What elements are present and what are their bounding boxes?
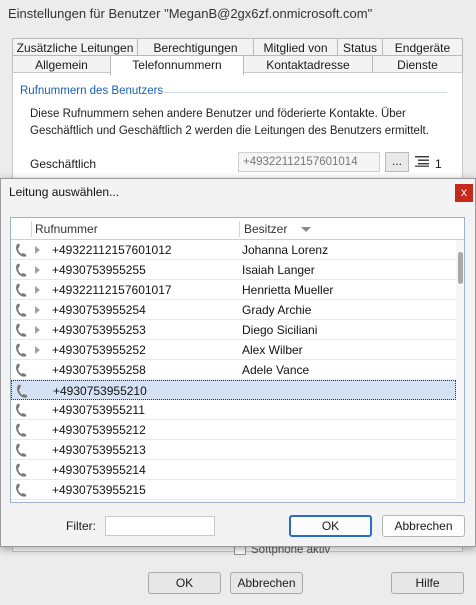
section-description: Diese Rufnummern sehen andere Benutzer u… xyxy=(30,108,429,137)
cell-number: +4930753955252 xyxy=(52,343,146,357)
cell-number: +4930753955211 xyxy=(52,403,145,417)
phone-icon xyxy=(15,483,27,497)
cell-owner: Adele Vance xyxy=(242,363,310,377)
section-title: Rufnummern des Benutzers xyxy=(20,85,164,97)
lines-icon[interactable] xyxy=(415,155,429,170)
sort-arrow-icon[interactable] xyxy=(301,227,311,232)
phone-icon xyxy=(15,403,27,417)
lines-count: 1 xyxy=(435,157,442,171)
dialog-title: Leitung auswählen... xyxy=(9,185,120,199)
cell-number: +4930753955253 xyxy=(52,323,146,337)
cell-owner: Isaiah Langer xyxy=(242,263,315,277)
cancel-button[interactable]: Abbrechen xyxy=(230,572,303,594)
close-button[interactable]: x xyxy=(455,184,473,202)
cell-number: +4930753955255 xyxy=(52,263,146,277)
phone-icon xyxy=(15,423,27,437)
cell-number: +4930753955213 xyxy=(52,443,146,457)
cell-owner: Henrietta Mueller xyxy=(242,283,334,297)
column-header-owner[interactable]: Besitzer xyxy=(244,222,287,236)
table-row[interactable]: +4930753955213 xyxy=(11,440,456,460)
cell-number: +4930753955254 xyxy=(52,303,146,317)
phone-icon xyxy=(15,323,27,337)
table-row[interactable]: +4930753955210 xyxy=(11,380,456,400)
column-separator xyxy=(31,221,32,237)
expand-arrow-icon[interactable] xyxy=(35,346,40,354)
cell-owner: Johanna Lorenz xyxy=(242,243,329,257)
cell-number: +49322112157601017 xyxy=(52,283,172,297)
business-label: Geschäftlich xyxy=(30,157,97,171)
select-line-dialog: Leitung auswählen... x Rufnummer Besitze… xyxy=(0,178,476,547)
phone-icon xyxy=(15,283,27,297)
phone-icon xyxy=(15,463,27,477)
scrollbar-thumb[interactable] xyxy=(458,252,463,284)
line-list[interactable]: Rufnummer Besitzer +49322112157601012 Joh… xyxy=(10,217,465,503)
table-row[interactable]: +4930753955252 Alex Wilber xyxy=(11,340,456,360)
phone-icon xyxy=(15,443,27,457)
expand-arrow-icon[interactable] xyxy=(35,306,40,314)
cell-number: +4930753955214 xyxy=(52,463,146,477)
list-header: Rufnummer Besitzer xyxy=(11,218,464,240)
expand-arrow-icon[interactable] xyxy=(35,266,40,274)
table-row[interactable]: +49322112157601017 Henrietta Mueller xyxy=(11,280,456,300)
tab-telefonnummern[interactable]: Telefonnummern xyxy=(110,55,244,75)
business-number-field[interactable]: +49322112157601014 xyxy=(238,152,380,172)
phone-icon xyxy=(16,384,28,398)
cell-number: +4930753955212 xyxy=(52,423,146,437)
browse-button[interactable]: ... xyxy=(385,152,409,172)
table-row[interactable]: +4930753955254 Grady Archie xyxy=(11,300,456,320)
phone-icon xyxy=(15,363,27,377)
column-separator xyxy=(239,221,240,237)
filter-input[interactable] xyxy=(105,516,215,536)
cell-owner: Diego Siciliani xyxy=(242,323,318,337)
help-button[interactable]: Hilfe xyxy=(391,572,464,594)
expand-arrow-icon[interactable] xyxy=(35,326,40,334)
table-row[interactable]: +4930753955214 xyxy=(11,460,456,480)
phone-icon xyxy=(15,263,27,277)
table-row[interactable]: +4930753955215 xyxy=(11,480,456,500)
phone-icon xyxy=(15,303,27,317)
cell-number: +4930753955210 xyxy=(53,384,147,398)
table-row[interactable]: +4930753955211 xyxy=(11,400,456,420)
column-header-number[interactable]: Rufnummer xyxy=(35,222,98,236)
phone-icon xyxy=(15,243,27,257)
dialog-ok-button[interactable]: OK xyxy=(289,515,372,537)
table-row[interactable]: +49322112157601012 Johanna Lorenz xyxy=(11,240,456,260)
table-row[interactable]: +4930753955255 Isaiah Langer xyxy=(11,260,456,280)
cell-number: +49322112157601012 xyxy=(52,243,172,257)
cell-number: +4930753955215 xyxy=(52,483,146,497)
expand-arrow-icon[interactable] xyxy=(35,246,40,254)
table-row[interactable]: +4930753955212 xyxy=(11,420,456,440)
vertical-scrollbar[interactable] xyxy=(456,240,464,502)
cell-owner: Grady Archie xyxy=(242,303,312,317)
table-row[interactable]: +4930753955253 Diego Siciliani xyxy=(11,320,456,340)
window-title: Einstellungen für Benutzer "MeganB@2gx6z… xyxy=(8,6,373,21)
table-row[interactable]: +4930753955258 Adele Vance xyxy=(11,360,456,380)
dialog-cancel-button[interactable]: Abbrechen xyxy=(382,515,465,537)
ok-button[interactable]: OK xyxy=(148,572,221,594)
section-divider xyxy=(159,92,447,93)
phone-icon xyxy=(15,343,27,357)
cell-owner: Alex Wilber xyxy=(242,343,303,357)
expand-arrow-icon[interactable] xyxy=(35,286,40,294)
cell-number: +4930753955258 xyxy=(52,363,146,377)
filter-label: Filter: xyxy=(66,519,96,533)
